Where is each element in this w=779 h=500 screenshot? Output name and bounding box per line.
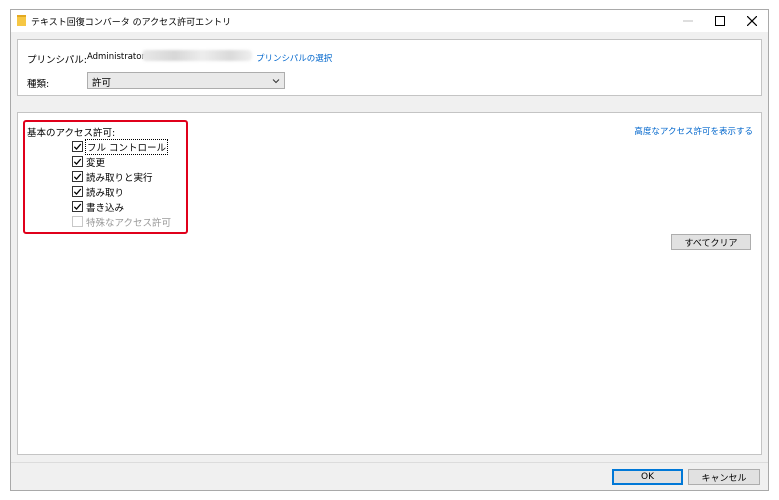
chevron-down-icon <box>272 79 280 84</box>
permission-label: フル コントロール <box>85 138 169 155</box>
cancel-button[interactable]: キャンセル <box>688 469 760 485</box>
redacted-principal-detail <box>142 50 252 61</box>
title-bar: テキスト回復コンバータ のアクセス許可エントリ <box>11 10 768 32</box>
checkmark-icon <box>73 203 82 210</box>
ok-button[interactable]: OK <box>612 469 683 485</box>
permission-read[interactable]: 読み取り <box>72 185 125 199</box>
minimize-button[interactable] <box>673 10 703 32</box>
type-dropdown-value: 許可 <box>92 78 112 89</box>
window-title: テキスト回復コンバータ のアクセス許可エントリ <box>31 18 232 28</box>
maximize-icon <box>715 16 725 26</box>
permissions-panel: 基本のアクセス許可: フル コントロール 変更 読み取りと実行 読み取り 書き込… <box>17 112 762 455</box>
permission-full-control[interactable]: フル コントロール <box>72 138 169 155</box>
checkmark-icon <box>73 173 82 180</box>
show-advanced-permissions-link[interactable]: 高度なアクセス許可を表示する <box>634 125 753 137</box>
clear-all-button[interactable]: すべてクリア <box>671 234 751 250</box>
checkmark-icon <box>73 188 82 195</box>
permission-label: 読み取り <box>86 187 125 199</box>
permission-write[interactable]: 書き込み <box>72 200 125 214</box>
footer-divider <box>11 462 768 463</box>
checkbox[interactable] <box>72 141 83 152</box>
permission-label: 読み取りと実行 <box>86 172 153 184</box>
permission-label: 特殊なアクセス許可 <box>86 217 172 229</box>
close-icon <box>747 16 757 26</box>
checkbox[interactable] <box>72 201 83 212</box>
permission-entry-dialog: テキスト回復コンバータ のアクセス許可エントリ プリンシパル: Administ… <box>10 9 769 491</box>
checkmark-icon <box>73 143 82 150</box>
permission-read-execute[interactable]: 読み取りと実行 <box>72 170 154 184</box>
select-principal-link[interactable]: プリンシパルの選択 <box>256 52 332 64</box>
type-label: 種類: <box>27 79 50 90</box>
principal-label: プリンシパル: <box>27 55 87 66</box>
basic-permissions-heading: 基本のアクセス許可: <box>27 128 116 139</box>
checkmark-icon <box>73 158 82 165</box>
maximize-button[interactable] <box>705 10 735 32</box>
checkbox[interactable] <box>72 156 83 167</box>
checkbox[interactable] <box>72 186 83 197</box>
folder-icon <box>17 15 26 26</box>
permission-label: 書き込み <box>86 202 125 214</box>
checkbox[interactable] <box>72 171 83 182</box>
type-dropdown[interactable]: 許可 <box>87 72 285 89</box>
principal-panel: プリンシパル: Administrator プリンシパルの選択 種類: 許可 <box>17 39 762 96</box>
permission-label: 変更 <box>86 157 106 169</box>
permission-special: 特殊なアクセス許可 <box>72 215 172 229</box>
checkbox <box>72 216 83 227</box>
principal-value: Administrator <box>87 52 145 62</box>
permission-modify[interactable]: 変更 <box>72 155 106 169</box>
minimize-icon <box>683 20 693 22</box>
close-button[interactable] <box>737 10 767 32</box>
